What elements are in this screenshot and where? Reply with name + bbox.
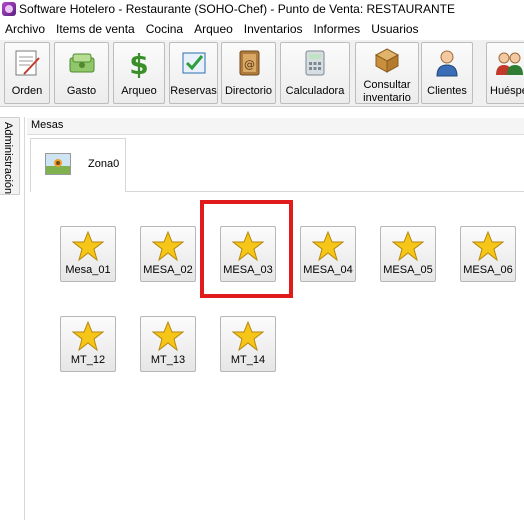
table-label: Mesa_01: [65, 264, 111, 276]
orden-button[interactable]: Orden: [4, 42, 50, 104]
calculadora-label: Calculadora: [285, 85, 345, 97]
table-mt-12[interactable]: MT_12: [60, 316, 116, 372]
clientes-button[interactable]: Clientes: [421, 42, 473, 104]
dollar-icon: $: [129, 48, 148, 78]
star-icon: [472, 231, 504, 261]
address-book-icon: @: [239, 50, 259, 76]
star-icon: [232, 321, 264, 351]
app-logo-icon: [2, 2, 16, 16]
order-pad-icon: [15, 50, 40, 76]
menu-archivo[interactable]: Archivo: [0, 22, 51, 36]
administracion-label: Administración: [2, 122, 14, 195]
orden-label: Orden: [11, 85, 43, 97]
arqueo-label: Arqueo: [121, 85, 157, 97]
menu-arqueo[interactable]: Arqueo: [189, 22, 239, 36]
menu-informes[interactable]: Informes: [309, 22, 367, 36]
table-mt-14[interactable]: MT_14: [220, 316, 276, 372]
table-label: MESA_02: [143, 264, 193, 276]
menu-usuarios[interactable]: Usuarios: [366, 22, 424, 36]
table-label: MESA_05: [383, 264, 433, 276]
zone-tab-baseline: [126, 191, 524, 192]
mesas-title: Mesas: [31, 119, 64, 131]
star-icon: [72, 321, 104, 351]
zone-label: Zona0: [88, 158, 120, 170]
svg-text:$: $: [129, 48, 148, 78]
table-label: MESA_06: [463, 264, 513, 276]
side-divider: [24, 117, 25, 520]
calculadora-button[interactable]: Calculadora: [280, 42, 350, 104]
arqueo-button[interactable]: $ Arqueo: [113, 42, 165, 104]
table-label: MESA_04: [303, 264, 353, 276]
person-icon: [436, 50, 458, 77]
consultar-label-line2: inventario: [363, 92, 411, 104]
table-label: MT_12: [70, 354, 106, 366]
calculator-icon: [305, 50, 325, 76]
huesped-label: Huésped: [490, 85, 524, 97]
table-mt-13[interactable]: MT_13: [140, 316, 196, 372]
star-icon: [72, 231, 104, 261]
administracion-tab[interactable]: Administración: [0, 117, 20, 195]
guests-icon: [496, 52, 523, 75]
menu-bar: Archivo Items de venta Cocina Arqueo Inv…: [0, 19, 524, 39]
table-label: MT_13: [150, 354, 186, 366]
star-icon: [152, 231, 184, 261]
menu-cocina[interactable]: Cocina: [141, 22, 189, 36]
table-mesa-01[interactable]: Mesa_01: [60, 226, 116, 282]
menu-inventarios[interactable]: Inventarios: [239, 22, 309, 36]
directorio-button[interactable]: @ Directorio: [221, 42, 276, 104]
svg-text:@: @: [244, 58, 255, 71]
huesped-button[interactable]: Huésped: [486, 42, 524, 104]
title-bar: Software Hotelero - Restaurante (SOHO-Ch…: [0, 0, 524, 18]
table-mesa-06[interactable]: MESA_06: [460, 226, 516, 282]
gasto-button[interactable]: Gasto: [54, 42, 109, 104]
reservas-label: Reservas: [170, 85, 217, 97]
star-icon: [392, 231, 424, 261]
window-title: Software Hotelero - Restaurante (SOHO-Ch…: [19, 2, 455, 16]
mesas-panel-header: Mesas: [27, 118, 524, 135]
table-mesa-02[interactable]: MESA_02: [140, 226, 196, 282]
zone-picture-icon: [45, 153, 71, 175]
directorio-label: Directorio: [224, 85, 273, 97]
star-icon: [312, 231, 344, 261]
star-icon: [152, 321, 184, 351]
consultar-label-line1: Consultar: [363, 79, 411, 91]
menu-items-de-venta[interactable]: Items de venta: [51, 22, 141, 36]
gasto-label: Gasto: [66, 85, 97, 97]
table-mesa-05[interactable]: MESA_05: [380, 226, 436, 282]
clientes-label: Clientes: [427, 85, 467, 97]
toolbar: Orden Gasto $ Arqueo Reservas @ Director…: [0, 40, 524, 107]
table-label: MT_14: [230, 354, 266, 366]
consultar-inventario-button[interactable]: Consultar inventario: [355, 42, 419, 104]
box-icon: [374, 48, 400, 73]
selection-highlight: [200, 200, 293, 298]
table-mesa-04[interactable]: MESA_04: [300, 226, 356, 282]
reservas-button[interactable]: Reservas: [169, 42, 218, 104]
zone-tab-zona0[interactable]: Zona0: [30, 138, 126, 192]
checklist-icon: [182, 52, 205, 74]
money-icon: [69, 53, 94, 73]
